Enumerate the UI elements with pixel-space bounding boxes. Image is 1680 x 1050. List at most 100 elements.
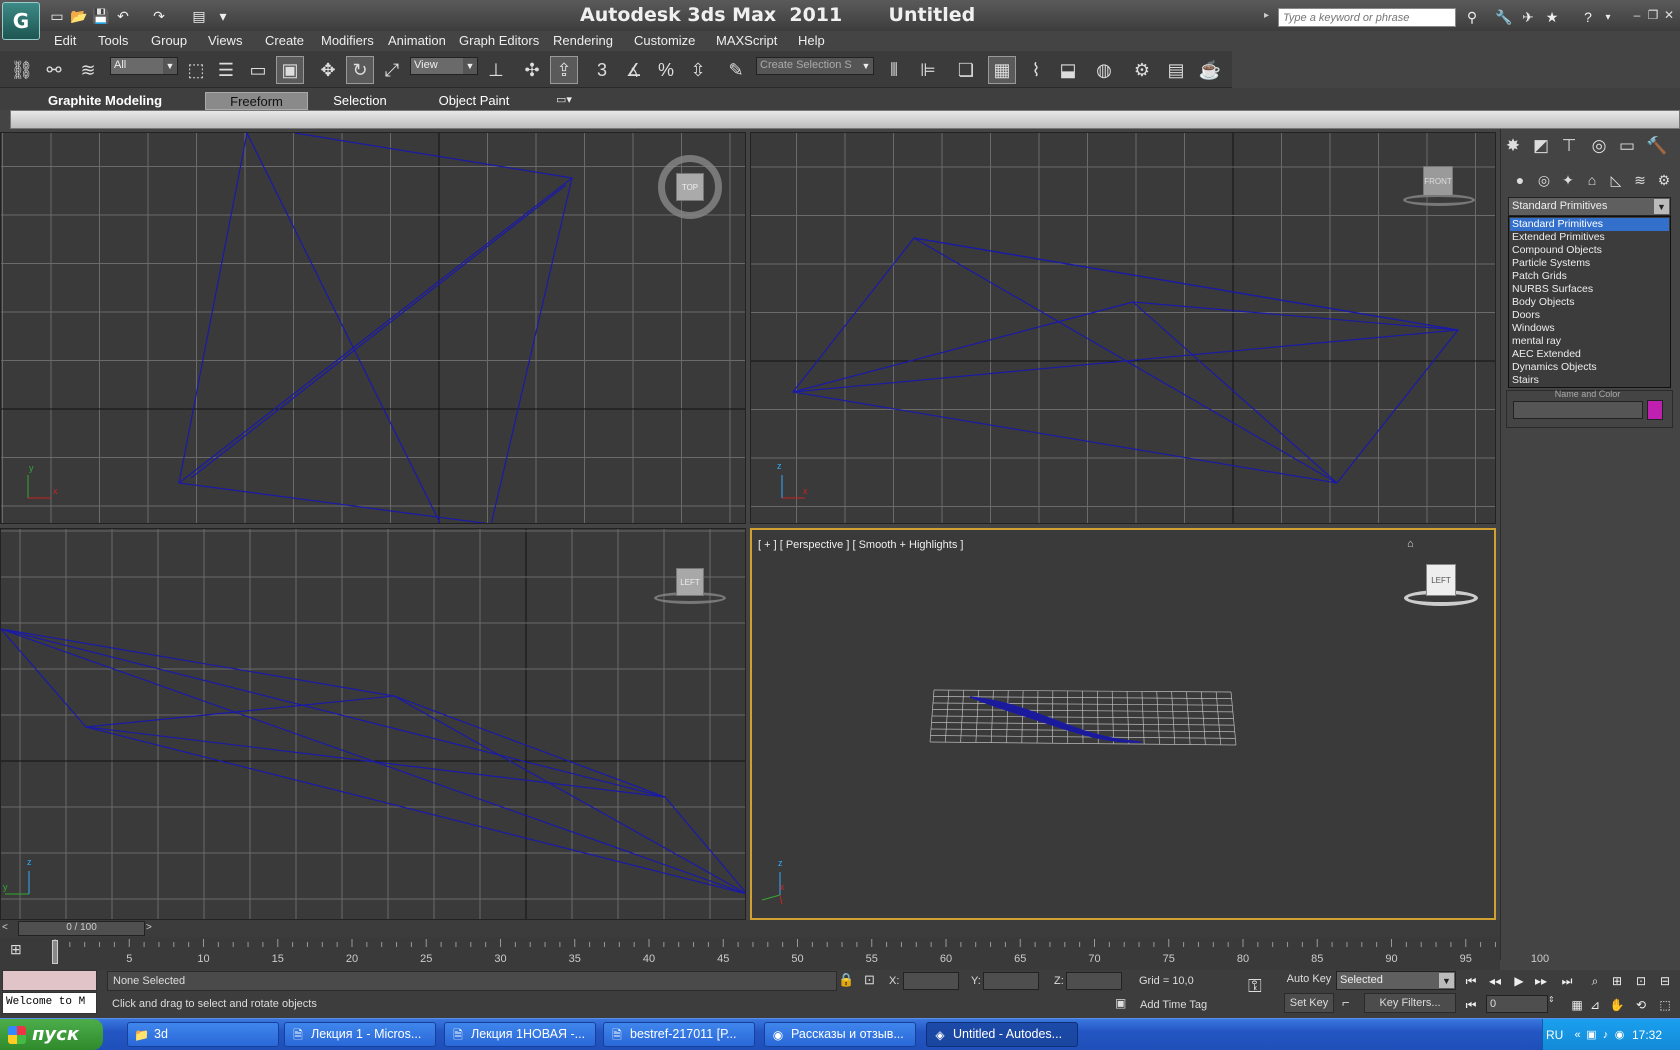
viewport-front[interactable]: z x FRONT <box>750 132 1496 524</box>
percent-snap-icon[interactable]: % <box>652 56 680 84</box>
object-category-option[interactable]: Windows <box>1510 322 1669 335</box>
angle-snap-icon[interactable]: ∡ <box>620 56 648 84</box>
window-crossing-icon[interactable]: ▣ <box>276 56 304 84</box>
object-category-option[interactable]: Standard Primitives <box>1510 218 1669 231</box>
tab-object-paint[interactable]: Object Paint <box>428 92 520 110</box>
create-tab-icon[interactable]: ✸ <box>1500 133 1526 159</box>
mirror-icon[interactable]: ⫴ <box>880 56 908 84</box>
binoculars-icon[interactable]: ⚲ <box>1462 7 1482 27</box>
taskbar-button[interactable]: 🗎 bestref-217011 [Р... <box>603 1022 755 1047</box>
helpers-icon[interactable]: ◺ <box>1605 170 1627 190</box>
lights-icon[interactable]: ✦ <box>1557 170 1579 190</box>
menu-rendering[interactable]: Rendering <box>553 33 613 49</box>
viewcube-left[interactable]: LEFT <box>654 564 726 634</box>
material-editor-icon[interactable]: ◍ <box>1090 56 1118 84</box>
home-icon[interactable]: ⌂ <box>1407 538 1414 550</box>
browser-tray-icon[interactable]: ◉ <box>1612 1027 1627 1042</box>
menu-customize[interactable]: Customize <box>634 33 695 49</box>
frame-spinner-icon[interactable]: ⇕ <box>1548 995 1558 1013</box>
tray-expand-icon[interactable]: « <box>1570 1027 1585 1042</box>
rectangular-selection-icon[interactable]: ▭ <box>244 56 272 84</box>
perspective-viewport-label[interactable]: [ + ] [ Perspective ] [ Smooth + Highlig… <box>758 539 963 551</box>
pivot-center-icon[interactable]: ⊥ <box>482 56 510 84</box>
tab-selection[interactable]: Selection <box>322 92 398 110</box>
object-color-swatch[interactable] <box>1647 400 1663 420</box>
bind-space-warp-icon[interactable]: ≋ <box>74 56 102 84</box>
object-category-option[interactable]: NURBS Surfaces <box>1510 283 1669 296</box>
taskbar-button[interactable]: 🗎 Лекция 1НОВАЯ -... <box>444 1022 596 1047</box>
edit-named-selection-icon[interactable]: ✎ <box>722 56 750 84</box>
zoom-icon[interactable]: ⌕ <box>1584 971 1606 991</box>
viewport-perspective[interactable]: [ + ] [ Perspective ] [ Smooth + Highlig… <box>750 528 1496 920</box>
auto-key-button[interactable]: Auto Key <box>1284 970 1334 990</box>
align-icon[interactable]: ⊫ <box>914 56 942 84</box>
ribbon-options-icon[interactable]: ▭▾ <box>556 93 572 106</box>
subscription-center-icon[interactable]: 🔧 <box>1494 7 1514 27</box>
maxscript-output[interactable]: Welcome to M <box>2 992 97 1014</box>
search-expand-icon[interactable]: ▸ <box>1264 10 1269 21</box>
object-category-option[interactable]: Patch Grids <box>1510 270 1669 283</box>
language-indicator[interactable]: RU <box>1546 1028 1563 1042</box>
geometry-icon[interactable]: ● <box>1509 170 1531 190</box>
ribbon-panel-strip[interactable] <box>10 110 1680 129</box>
menu-help[interactable]: Help <box>798 33 825 49</box>
set-key-button[interactable]: Set Key <box>1284 993 1334 1013</box>
network-icon[interactable]: ▣ <box>1584 1027 1599 1042</box>
z-coord-field[interactable] <box>1066 972 1122 990</box>
menu-create[interactable]: Create <box>265 33 304 49</box>
hierarchy-tab-icon[interactable]: ⊤ <box>1556 133 1582 159</box>
object-category-dropdown[interactable]: Standard Primitives ▼ <box>1508 197 1671 216</box>
graphite-toggle-icon[interactable]: ▦ <box>988 56 1016 84</box>
taskbar-button[interactable]: ◈ Untitled - Autodes... <box>926 1022 1078 1047</box>
spinner-snap-icon[interactable]: ⇳ <box>684 56 712 84</box>
time-slider[interactable] <box>0 920 1500 937</box>
viewport-top[interactable]: y x TOP <box>0 132 746 524</box>
object-name-field[interactable] <box>1513 401 1643 419</box>
taskbar-button[interactable]: 🗎 Лекция 1 - Micros... <box>284 1022 436 1047</box>
start-button[interactable]: пуск <box>0 1019 103 1050</box>
menu-modifiers[interactable]: Modifiers <box>321 33 374 49</box>
go-to-start-icon[interactable]: ⏮ <box>1460 971 1482 991</box>
curve-editor-icon[interactable]: ⌇ <box>1022 56 1050 84</box>
app-menu-button[interactable]: G <box>2 2 40 40</box>
select-object-icon[interactable]: ⬚ <box>182 56 210 84</box>
menu-group[interactable]: Group <box>151 33 187 49</box>
project-folder-icon[interactable]: ▤ <box>190 7 208 25</box>
help-dropdown-icon[interactable]: ▾ <box>1598 7 1618 27</box>
zoom-extents-icon[interactable]: ⊡ <box>1630 971 1652 991</box>
current-frame-field[interactable]: 0 <box>1486 995 1548 1013</box>
maxscript-listener-input[interactable] <box>2 970 97 991</box>
viewcube-front[interactable]: FRONT <box>1401 158 1475 228</box>
display-tab-icon[interactable]: ▭ <box>1614 133 1640 159</box>
unlink-icon[interactable]: ⚯ <box>40 56 68 84</box>
field-of-view-icon[interactable]: ⊿ <box>1584 995 1606 1015</box>
menu-animation[interactable]: Animation <box>388 33 446 49</box>
x-coord-field[interactable] <box>903 972 959 990</box>
default-tangent-icon[interactable]: ⌐ <box>1342 995 1360 1013</box>
track-bar[interactable] <box>0 937 1500 970</box>
set-key-key-icon[interactable]: ⚿ <box>1248 976 1278 1000</box>
named-selection-sets-dropdown[interactable]: Create Selection S ▼ <box>756 57 874 75</box>
object-category-option[interactable]: Extended Primitives <box>1510 231 1669 244</box>
select-and-manipulate-icon[interactable]: ✣ <box>518 56 546 84</box>
help-icon[interactable]: ? <box>1578 7 1598 27</box>
play-icon[interactable]: ▶ <box>1508 971 1530 991</box>
time-slider-handle[interactable]: 0 / 100 <box>18 921 145 936</box>
time-slider-right-icon[interactable]: > <box>146 922 160 936</box>
menu-maxscript[interactable]: MAXScript <box>716 33 777 49</box>
systems-icon[interactable]: ⚙ <box>1653 170 1675 190</box>
zoom-all-icon[interactable]: ⊞ <box>1606 971 1628 991</box>
redo-icon[interactable]: ↷ <box>150 7 168 25</box>
select-and-scale-icon[interactable]: ⤢ <box>378 56 406 84</box>
shapes-icon[interactable]: ◎ <box>1533 170 1555 190</box>
key-mode-dropdown[interactable]: Selected ▼ <box>1336 971 1456 990</box>
menu-tools[interactable]: Tools <box>98 33 128 49</box>
modify-tab-icon[interactable]: ◩ <box>1528 133 1554 159</box>
tab-freeform[interactable]: Freeform <box>205 92 308 110</box>
volume-icon[interactable]: ♪ <box>1598 1027 1613 1042</box>
menu-edit[interactable]: Edit <box>54 33 76 49</box>
reference-coordinate-dropdown[interactable]: View ▼ <box>410 57 478 75</box>
render-setup-icon[interactable]: ⚙ <box>1128 56 1156 84</box>
viewport-left[interactable]: z y LEFT <box>0 528 746 920</box>
rendered-frame-window-icon[interactable]: ▤ <box>1162 56 1190 84</box>
